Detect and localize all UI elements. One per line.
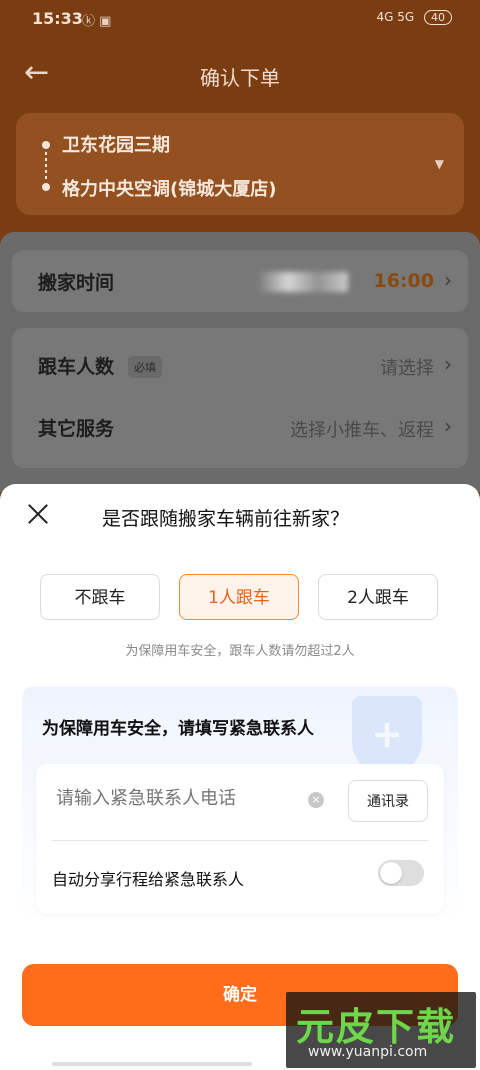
option-no-follow[interactable]: 不跟车 (40, 574, 160, 620)
status-bar: 15:33 ⓚ ▣ 4G 5G 40 (0, 0, 480, 38)
destination-address: 格力中央空调(锦城大厦店) (62, 179, 277, 200)
origin-dot-icon (42, 141, 50, 149)
destination-dot-icon (42, 183, 50, 191)
move-time-row[interactable]: 搬家时间 16:00 › (12, 250, 468, 312)
other-service-value: 选择小推车、返程 (290, 420, 434, 441)
people-label: 跟车人数 (38, 356, 115, 378)
share-trip-label: 自动分享行程给紧急联系人 (52, 870, 245, 889)
nav-bar: ← 确认下单 (0, 52, 480, 98)
contacts-button[interactable]: 通讯录 (348, 780, 428, 822)
required-badge: 必填 (128, 356, 162, 378)
watermark-brand: 元皮下载 (296, 1005, 457, 1049)
watermark-url: www.yuanpi.com (308, 1044, 428, 1060)
clear-icon[interactable]: × (308, 792, 324, 808)
order-form: 搬家时间 16:00 › 跟车人数 必填 请选择 › 其它服务 选择小推车、返程… (0, 232, 480, 492)
share-trip-toggle[interactable] (378, 860, 424, 886)
page-title: 确认下单 (200, 66, 280, 90)
toggle-knob (380, 862, 402, 884)
emergency-form: × 通讯录 自动分享行程给紧急联系人 (36, 764, 444, 914)
status-right: 4G 5G 40 (376, 10, 452, 25)
blurred-date (258, 272, 348, 292)
people-value: 请选择 (380, 358, 434, 379)
close-icon[interactable] (26, 502, 50, 526)
route-card[interactable]: 卫东花园三期 格力中央空调(锦城大厦店) ▼ (16, 113, 464, 215)
chevron-right-icon: › (444, 414, 452, 438)
status-time: 15:33 (32, 9, 83, 28)
divider (52, 840, 428, 841)
emergency-contact-card: + 为保障用车安全，请填写紧急联系人 × 通讯录 自动分享行程给紧急联系人 (22, 686, 458, 922)
emergency-phone-input[interactable] (56, 788, 296, 809)
move-time-value: 16:00 (373, 270, 434, 292)
home-indicator[interactable] (52, 1062, 252, 1066)
expand-triangle-icon[interactable]: ▼ (435, 157, 444, 171)
move-time-label: 搬家时间 (38, 272, 115, 294)
follow-vehicle-sheet: 是否跟随搬家车辆前往新家？ 不跟车 1人跟车 2人跟车 为保障用车安全，跟车人数… (0, 484, 480, 1070)
emergency-title: 为保障用车安全，请填写紧急联系人 (42, 719, 314, 739)
origin-address: 卫东花园三期 (62, 135, 170, 156)
option-one-person[interactable]: 1人跟车 (179, 574, 299, 620)
other-service-label: 其它服务 (38, 418, 115, 440)
status-app-icons: ⓚ ▣ (82, 14, 112, 29)
screen: 15:33 ⓚ ▣ 4G 5G 40 ← 确认下单 卫东花园三期 格力中央空调(… (0, 0, 480, 1070)
route-line (45, 152, 47, 180)
chevron-right-icon: › (444, 268, 452, 292)
sheet-title: 是否跟随搬家车辆前往新家？ (102, 508, 350, 530)
chevron-right-icon: › (444, 352, 452, 376)
watermark-logo: 元皮下载 www.yuanpi.com (286, 992, 476, 1068)
network-indicator: 4G 5G (376, 10, 415, 24)
battery-icon: 40 (424, 10, 452, 25)
option-two-people[interactable]: 2人跟车 (318, 574, 438, 620)
service-card: 跟车人数 必填 请选择 › 其它服务 选择小推车、返程 › (12, 328, 468, 468)
safety-note: 为保障用车安全，跟车人数请勿超过2人 (125, 644, 355, 659)
